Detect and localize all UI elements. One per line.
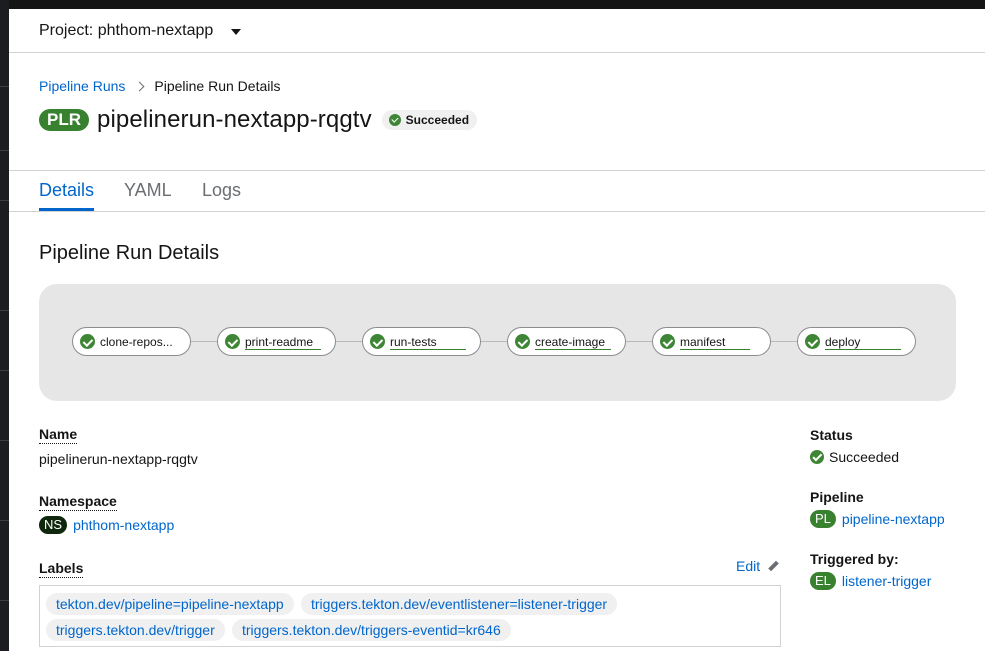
task-node-deploy[interactable]: deploy bbox=[797, 327, 916, 356]
check-circle-icon bbox=[388, 114, 401, 126]
check-circle-icon bbox=[370, 334, 385, 349]
active-tab-indicator bbox=[39, 208, 94, 211]
task-connector bbox=[191, 341, 218, 342]
breadcrumb-current: Pipeline Run Details bbox=[154, 78, 281, 94]
check-circle-icon bbox=[80, 334, 95, 349]
nav-divider bbox=[0, 200, 9, 201]
pipeline-link[interactable]: pipeline-nextapp bbox=[842, 511, 945, 527]
project-selector[interactable]: Project: phthom-nextapp bbox=[9, 9, 985, 53]
page-title: pipelinerun-nextapp-rqgtv bbox=[97, 106, 372, 133]
label-chip[interactable]: triggers.tekton.dev/eventlistener=listen… bbox=[301, 593, 618, 615]
task-label: create-image bbox=[535, 334, 606, 349]
check-circle-icon bbox=[515, 334, 530, 349]
breadcrumb: Pipeline Runs Pipeline Run Details bbox=[39, 78, 280, 94]
label-chip[interactable]: tekton.dev/pipeline=pipeline-nextapp bbox=[46, 593, 294, 615]
top-masthead-edge bbox=[0, 0, 985, 9]
tab-yaml[interactable]: YAML bbox=[124, 180, 172, 201]
nav-divider bbox=[0, 150, 9, 151]
namespace-label: Namespace bbox=[39, 493, 117, 511]
edit-labels-button[interactable]: Edit bbox=[736, 558, 780, 574]
task-label: manifest bbox=[680, 334, 726, 349]
status-value: Succeeded bbox=[810, 449, 899, 465]
check-circle-icon bbox=[225, 334, 240, 349]
resource-badge-ns: NS bbox=[39, 516, 68, 534]
task-node-manifest[interactable]: manifest bbox=[652, 327, 771, 356]
nav-divider bbox=[0, 520, 9, 521]
pipeline-label: Pipeline bbox=[810, 489, 864, 505]
event-listener-link[interactable]: listener-trigger bbox=[842, 573, 931, 589]
nav-divider bbox=[0, 600, 9, 601]
task-connector bbox=[336, 341, 363, 342]
section-title: Pipeline Run Details bbox=[39, 242, 220, 264]
status-text: Succeeded bbox=[829, 449, 900, 465]
task-progress-line bbox=[825, 349, 901, 350]
resource-badge-pl: PL bbox=[810, 510, 836, 528]
check-circle-icon bbox=[660, 334, 675, 349]
namespace-resource: NS phthom-nextapp bbox=[39, 516, 174, 534]
nav-divider bbox=[0, 86, 9, 87]
resource-badge-plr: PLR bbox=[39, 109, 89, 131]
task-progress-line bbox=[535, 349, 611, 350]
task-label: clone-repos... bbox=[100, 334, 173, 349]
triggered-by-label: Triggered by: bbox=[810, 551, 899, 567]
status-badge: Succeeded bbox=[381, 110, 478, 130]
status-label: Status bbox=[810, 427, 853, 443]
check-circle-icon bbox=[810, 450, 824, 464]
label-chip[interactable]: triggers.tekton.dev/trigger bbox=[46, 619, 225, 641]
page-header: PLR pipelinerun-nextapp-rqgtv Succeeded bbox=[39, 106, 478, 134]
labels-label: Labels bbox=[39, 560, 84, 578]
breadcrumb-pipeline-runs-link[interactable]: Pipeline Runs bbox=[39, 78, 125, 94]
left-nav-edge bbox=[0, 0, 9, 651]
nav-divider bbox=[0, 440, 9, 441]
nav-divider bbox=[0, 370, 9, 371]
status-badge-label: Succeeded bbox=[405, 113, 470, 127]
name-value: pipelinerun-nextapp-rqgtv bbox=[39, 451, 198, 467]
task-progress-line bbox=[245, 349, 321, 350]
name-label: Name bbox=[39, 426, 78, 444]
task-node-print-readme[interactable]: print-readme bbox=[217, 327, 336, 356]
task-connector bbox=[771, 341, 798, 342]
pipeline-topology: clone-repos... print-readme run-tests cr… bbox=[39, 284, 956, 401]
tab-details[interactable]: Details bbox=[39, 180, 94, 201]
task-label: print-readme bbox=[245, 334, 314, 349]
task-progress-line bbox=[390, 349, 466, 350]
tab-bar: Details YAML Logs bbox=[9, 170, 985, 212]
pipeline-resource: PL pipeline-nextapp bbox=[810, 510, 945, 528]
task-label: run-tests bbox=[390, 334, 437, 349]
check-circle-icon bbox=[805, 334, 820, 349]
resource-badge-el: EL bbox=[810, 572, 836, 590]
project-label[interactable]: Project: phthom-nextapp bbox=[39, 22, 213, 40]
label-chip[interactable]: triggers.tekton.dev/triggers-eventid=kr6… bbox=[232, 619, 511, 641]
task-node-run-tests[interactable]: run-tests bbox=[362, 327, 481, 356]
task-connector bbox=[626, 341, 653, 342]
nav-divider bbox=[0, 310, 9, 311]
task-node-create-image[interactable]: create-image bbox=[507, 327, 626, 356]
labels-container: tekton.dev/pipeline=pipeline-nextapp tri… bbox=[39, 585, 781, 647]
pencil-icon[interactable] bbox=[766, 559, 780, 573]
task-progress-line bbox=[680, 349, 750, 350]
task-label: deploy bbox=[825, 334, 861, 349]
caret-down-icon[interactable] bbox=[231, 28, 242, 35]
task-connector bbox=[481, 341, 508, 342]
namespace-link[interactable]: phthom-nextapp bbox=[73, 517, 174, 533]
edit-label[interactable]: Edit bbox=[736, 558, 760, 574]
main-content: Project: phthom-nextapp Pipeline Runs Pi… bbox=[9, 9, 985, 651]
triggered-by-resource: EL listener-trigger bbox=[810, 572, 931, 590]
task-node-clone-repository[interactable]: clone-repos... bbox=[72, 327, 191, 356]
chevron-right-icon bbox=[134, 81, 145, 91]
tab-logs[interactable]: Logs bbox=[202, 180, 241, 201]
